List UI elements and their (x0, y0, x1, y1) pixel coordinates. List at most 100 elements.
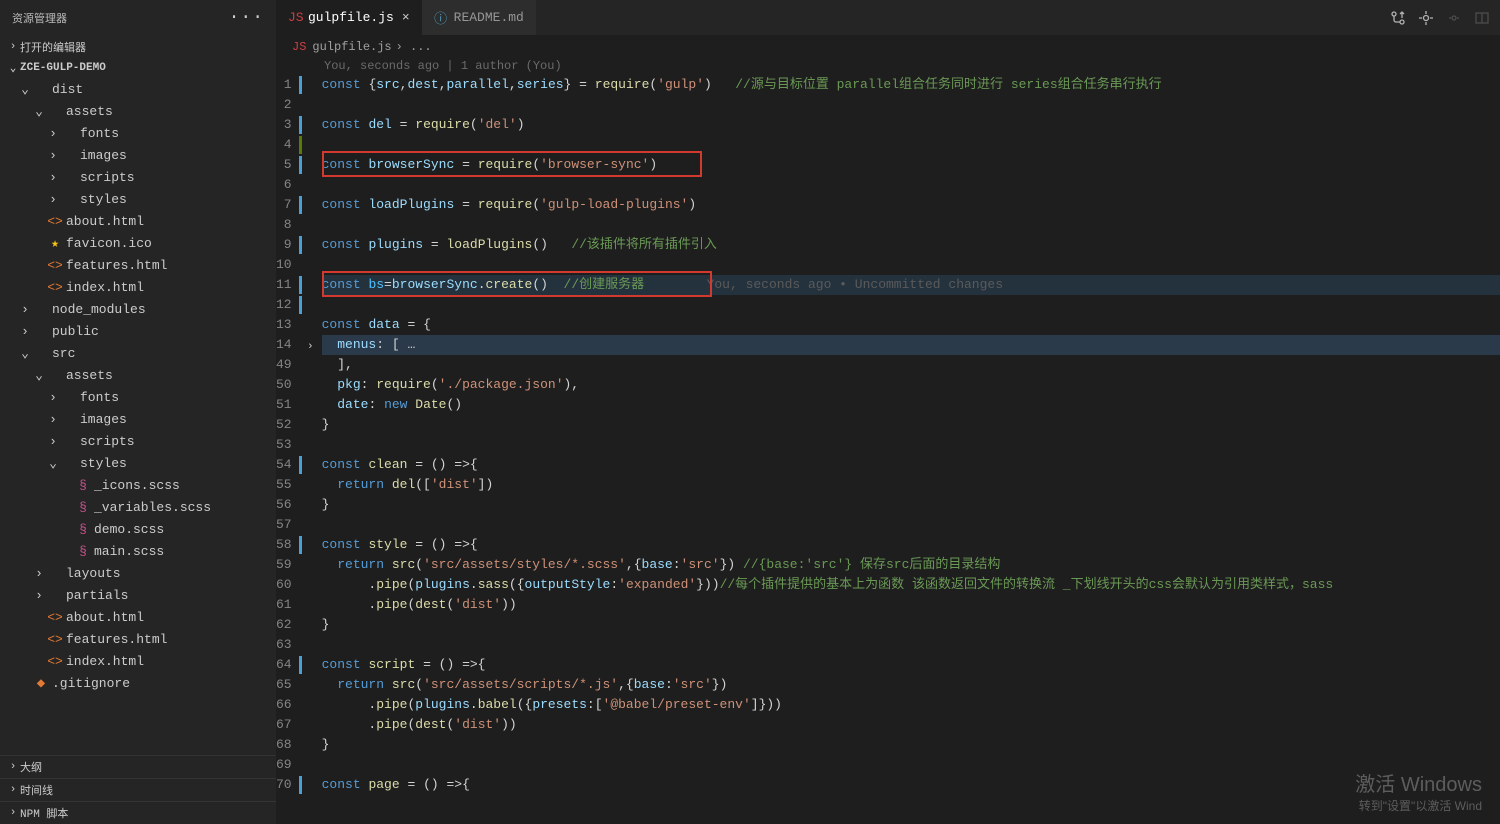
tree-item[interactable]: ›fonts (0, 386, 276, 408)
tree-item[interactable]: ›scripts (0, 166, 276, 188)
sidebar-bottom: ›大纲›时间线›NPM 脚本 (0, 755, 276, 824)
tree-item[interactable]: ⌄assets (0, 364, 276, 386)
chevron-right-icon: › (6, 41, 20, 53)
sidebar-section[interactable]: ›时间线 (0, 778, 276, 801)
tree-item[interactable]: ⌄src (0, 342, 276, 364)
tree-item[interactable]: <>about.html (0, 210, 276, 232)
tree-item[interactable]: › partials (0, 584, 276, 606)
scss-icon: § (74, 544, 92, 559)
tab-gulpfile[interactable]: JS gulpfile.js × (276, 0, 422, 35)
twisty-icon: › (46, 192, 60, 207)
tree-item[interactable]: › styles (0, 188, 276, 210)
line-gutter: 1234567891011121314›49505152535455565758… (276, 75, 306, 824)
code-editor[interactable]: 1234567891011121314›49505152535455565758… (276, 75, 1500, 824)
tree-label: images (80, 412, 127, 427)
info-icon: ⓘ (434, 8, 448, 27)
twisty-icon: › (32, 566, 46, 581)
js-icon: JS (292, 40, 306, 54)
tree-label: index.html (66, 280, 144, 295)
tree-label: images (80, 148, 127, 163)
tree-label: node_modules (52, 302, 146, 317)
more-icon[interactable]: ··· (229, 8, 264, 28)
scss-icon: § (74, 522, 92, 537)
code-body[interactable]: const {src,dest,parallel,series} = requi… (306, 75, 1500, 824)
twisty-icon: › (46, 412, 60, 427)
tree-label: .gitignore (52, 676, 130, 691)
tree-item[interactable]: <>about.html (0, 606, 276, 628)
tree-label: styles (80, 456, 127, 471)
tree-label: assets (66, 368, 113, 383)
tree-item[interactable]: ⌄ styles (0, 452, 276, 474)
scss-icon: § (74, 478, 92, 493)
tree-item[interactable]: ★favicon.ico (0, 232, 276, 254)
tree-item[interactable]: ›public (0, 320, 276, 342)
tree-label: about.html (66, 610, 144, 625)
tree-label: partials (66, 588, 128, 603)
tree-item[interactable]: ◆.gitignore (0, 672, 276, 694)
chevron-right-icon: › (6, 761, 20, 773)
tree-label: assets (66, 104, 113, 119)
tree-item[interactable]: ›fonts (0, 122, 276, 144)
sidebar-header: 资源管理器 ··· (0, 0, 276, 36)
tree-item[interactable]: §_variables.scss (0, 496, 276, 518)
tree-label: fonts (80, 390, 119, 405)
star-icon: ★ (46, 236, 64, 251)
twisty-icon: ⌄ (32, 104, 46, 119)
tree-item[interactable]: <>features.html (0, 628, 276, 650)
tree-label: scripts (80, 434, 135, 449)
tree-label: demo.scss (94, 522, 164, 537)
tree-label: main.scss (94, 544, 164, 559)
twisty-icon: ⌄ (18, 82, 32, 97)
close-icon[interactable]: × (402, 10, 410, 25)
git-icon: ◆ (32, 675, 50, 692)
open-changes-icon[interactable] (1418, 10, 1434, 26)
tree-item[interactable]: ›scripts (0, 430, 276, 452)
tree-item[interactable]: ›images (0, 144, 276, 166)
breadcrumb[interactable]: JS gulpfile.js › ... (276, 35, 1500, 59)
js-icon: JS (288, 10, 302, 25)
tree-item[interactable]: › layouts (0, 562, 276, 584)
open-editors-section[interactable]: › 打开的编辑器 (0, 36, 276, 58)
chevron-right-icon: › (6, 807, 20, 819)
twisty-icon: › (18, 324, 32, 339)
tree-label: features.html (66, 632, 167, 647)
tree-item[interactable]: §demo.scss (0, 518, 276, 540)
tree-item[interactable]: <>index.html (0, 650, 276, 672)
twisty-icon: › (32, 588, 46, 603)
tree-item[interactable]: ⌄ assets (0, 100, 276, 122)
tree-label: scripts (80, 170, 135, 185)
tree-label: dist (52, 82, 83, 97)
file-tree: ⌄dist⌄assets›fonts›images›scripts›styles… (0, 78, 276, 755)
tree-label: about.html (66, 214, 144, 229)
tree-item[interactable]: <>index.html (0, 276, 276, 298)
tab-bar: JS gulpfile.js × ⓘ README.md (276, 0, 1500, 35)
tree-item[interactable]: §main.scss (0, 540, 276, 562)
twisty-icon: › (18, 302, 32, 317)
html-icon: <> (46, 654, 64, 669)
tree-item[interactable]: › node_modules (0, 298, 276, 320)
scss-icon: § (74, 500, 92, 515)
project-root[interactable]: ⌄ ZCE-GULP-DEMO (0, 58, 276, 78)
tree-label: index.html (66, 654, 144, 669)
tab-readme[interactable]: ⓘ README.md (422, 0, 536, 35)
tree-label: styles (80, 192, 127, 207)
tree-label: features.html (66, 258, 167, 273)
tree-item[interactable]: <>features.html (0, 254, 276, 276)
explorer-title: 资源管理器 (12, 10, 67, 26)
twisty-icon: ⌄ (46, 456, 60, 471)
editor-area: JS gulpfile.js × ⓘ README.md JS gulpfile… (276, 0, 1500, 824)
html-icon: <> (46, 280, 64, 295)
run-icon[interactable] (1446, 10, 1462, 26)
chevron-down-icon: ⌄ (6, 61, 20, 75)
twisty-icon: ⌄ (18, 346, 32, 361)
chevron-right-icon: › (6, 784, 20, 796)
tree-item[interactable]: › images (0, 408, 276, 430)
sidebar-section[interactable]: ›NPM 脚本 (0, 801, 276, 824)
tree-label: layouts (66, 566, 121, 581)
tree-item[interactable]: ⌄ dist (0, 78, 276, 100)
tree-item[interactable]: §_icons.scss (0, 474, 276, 496)
compare-changes-icon[interactable] (1390, 10, 1406, 26)
sidebar-section[interactable]: ›大纲 (0, 755, 276, 778)
tree-label: favicon.ico (66, 236, 152, 251)
split-editor-icon[interactable] (1474, 10, 1490, 26)
